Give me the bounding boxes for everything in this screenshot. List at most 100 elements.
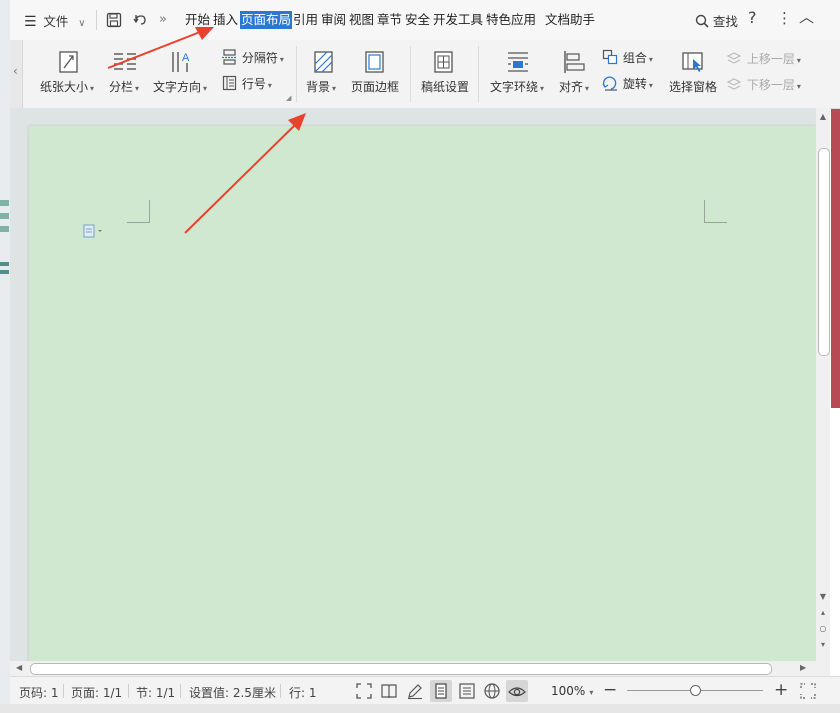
scroll-down-icon[interactable]: ▼ [818, 592, 828, 602]
caret-icon: ▾ [648, 81, 653, 90]
selection-pane-label: 选择窗格 [669, 80, 718, 94]
caret-icon: ▾ [796, 82, 801, 91]
tab-special[interactable]: 特色应用 [486, 11, 536, 29]
status-bar: 页码: 1 页面: 1/1 节: 1/1 设置值: 2.5厘米 行: 1 100… [10, 676, 840, 705]
columns-button[interactable]: 分栏 ▾ [109, 78, 139, 95]
scroll-up-icon[interactable]: ▲ [818, 112, 828, 122]
page-border-button[interactable]: 页面边框 [351, 78, 399, 95]
page-view-button[interactable] [430, 680, 452, 702]
save-icon[interactable] [106, 12, 122, 28]
search-label: 查找 [712, 14, 738, 29]
eye-protection-button[interactable] [506, 680, 528, 702]
tab-developer[interactable]: 开发工具 [433, 11, 483, 29]
bring-forward-button[interactable]: 上移一层 ▾ [726, 50, 801, 67]
manuscript-button[interactable]: 稿纸设置 [421, 78, 469, 95]
page-select-icon[interactable]: ○ [818, 624, 828, 634]
document-icon [83, 224, 102, 238]
previous-page-icon[interactable]: ▴ [818, 608, 828, 618]
horizontal-scroll-thumb[interactable] [30, 663, 772, 675]
ribbon-toolbar: ‹ 纸张大小 ▾ 分栏 ▾ A 文字方向 ▾ 分隔符 ▾ 行号 ▾ ◢ 背景 ▾… [10, 40, 840, 109]
status-section[interactable]: 节: 1/1 [136, 684, 175, 701]
collapse-ribbon-icon[interactable]: ︿ [799, 8, 814, 26]
rotate-icon [602, 76, 617, 91]
reading-mode-icon[interactable] [380, 682, 398, 700]
search-icon [695, 14, 709, 28]
line-number-button[interactable]: 行号 ▾ [222, 75, 272, 92]
status-page-number[interactable]: 页码: 1 [19, 684, 59, 701]
fullscreen-icon[interactable] [355, 682, 373, 700]
text-wrap-label: 文字环绕 [490, 80, 539, 94]
text-wrap-button[interactable]: 文字环绕 ▾ [490, 78, 544, 95]
status-pages[interactable]: 页面: 1/1 [71, 684, 122, 701]
chevron-left-icon: ‹ [13, 64, 18, 78]
tab-security[interactable]: 安全 [405, 11, 430, 29]
tab-page-layout[interactable]: 页面布局 [240, 11, 293, 29]
file-menu-label: 文件 [43, 14, 69, 29]
zoom-level-dropdown[interactable]: 100% ▾ [551, 684, 593, 698]
paragraph-marker[interactable] [83, 224, 107, 241]
zoom-out-button[interactable]: − [603, 680, 617, 700]
tab-references[interactable]: 引用 [293, 11, 318, 29]
pen-icon[interactable] [406, 682, 424, 700]
more-icon[interactable]: ⋮ [777, 9, 792, 27]
expand-icon[interactable]: » [159, 11, 167, 29]
page-border-icon[interactable] [364, 50, 386, 74]
text-wrap-icon[interactable] [506, 50, 530, 74]
bring-forward-icon [726, 52, 742, 64]
columns-icon[interactable] [112, 50, 138, 74]
caret-icon: ▾ [203, 84, 208, 93]
background-icon[interactable] [313, 50, 335, 74]
tab-view[interactable]: 视图 [349, 11, 374, 29]
tab-review[interactable]: 审阅 [321, 11, 346, 29]
vertical-scrollbar[interactable]: ▲ ▼ ▴ ○ ▾ [816, 108, 830, 661]
fit-window-icon[interactable] [799, 682, 817, 700]
send-backward-button[interactable]: 下移一层 ▾ [726, 76, 801, 93]
align-button[interactable]: 对齐 ▾ [559, 78, 589, 95]
selection-pane-icon[interactable] [681, 51, 705, 73]
vertical-scroll-thumb[interactable] [818, 148, 830, 356]
caret-icon: ▾ [648, 55, 653, 64]
ribbon-scroll-left[interactable]: ‹ [10, 40, 23, 108]
zoom-level: 100% [551, 684, 586, 698]
paper-size-button[interactable]: 纸张大小 ▾ [40, 78, 94, 95]
horizontal-scrollbar[interactable]: ◀ ▶ [10, 661, 830, 676]
send-backward-icon [726, 78, 742, 90]
paper-size-icon[interactable] [58, 50, 80, 74]
help-icon[interactable]: ? [748, 9, 757, 27]
text-direction-button[interactable]: 文字方向 ▾ [153, 78, 207, 95]
manuscript-icon[interactable] [433, 50, 455, 74]
status-line[interactable]: 行: 1 [289, 684, 317, 701]
selection-pane-button[interactable]: 选择窗格 [669, 78, 717, 95]
caret-icon: ▾ [540, 84, 545, 93]
background-button[interactable]: 背景 ▾ [306, 78, 336, 95]
separator-button[interactable]: 分隔符 ▾ [222, 49, 284, 66]
align-icon[interactable] [563, 50, 585, 74]
web-view-icon[interactable] [483, 682, 501, 700]
status-setting-value[interactable]: 设置值: 2.5厘米 [189, 684, 276, 701]
zoom-slider-knob[interactable] [690, 685, 701, 696]
next-page-icon[interactable]: ▾ [818, 640, 828, 650]
caret-icon: ▾ [796, 56, 801, 65]
tab-home[interactable]: 开始 [185, 11, 210, 29]
background-label: 背景 [306, 80, 331, 94]
dialog-launcher-icon[interactable]: ◢ [286, 94, 291, 102]
file-menu-button[interactable]: ☰ 文件 ∨ [24, 11, 86, 30]
tab-insert[interactable]: 插入 [213, 11, 238, 29]
group-button[interactable]: 组合 ▾ [602, 49, 653, 66]
text-direction-icon[interactable]: A [170, 49, 194, 75]
tab-doc-assistant[interactable]: 文档助手 [545, 11, 595, 29]
margin-corner-top-left [127, 200, 150, 223]
outline-view-icon[interactable] [458, 682, 476, 700]
undo-icon[interactable] [132, 12, 148, 28]
scroll-left-icon[interactable]: ◀ [16, 663, 22, 672]
scroll-right-icon[interactable]: ▶ [800, 663, 806, 672]
separator-icon [222, 49, 237, 65]
document-canvas[interactable] [10, 108, 816, 666]
document-page[interactable] [29, 126, 816, 666]
zoom-in-button[interactable]: + [774, 680, 788, 700]
rotate-label: 旋转 [622, 77, 647, 91]
search-button[interactable]: 查找 [695, 11, 738, 30]
zoom-slider[interactable] [627, 685, 763, 696]
tab-chapter[interactable]: 章节 [377, 11, 402, 29]
rotate-button[interactable]: 旋转 ▾ [602, 75, 653, 92]
